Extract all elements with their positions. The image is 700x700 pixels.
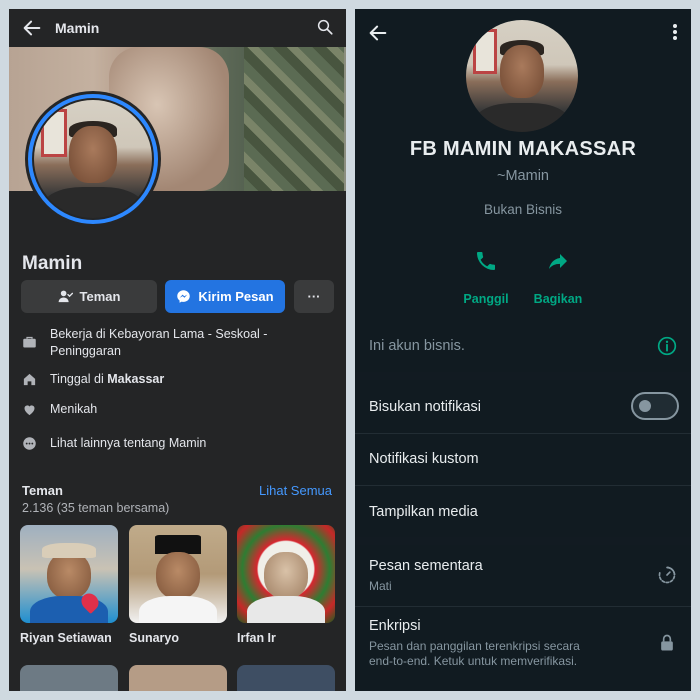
- top-bar: Mamin: [9, 9, 346, 47]
- lives-city[interactable]: Makassar: [107, 372, 164, 386]
- friends-section-title: Teman: [22, 483, 63, 498]
- business-status: Bukan Bisnis: [483, 202, 563, 217]
- contact-avatar[interactable]: [466, 20, 578, 132]
- send-message-label: Kirim Pesan: [198, 289, 274, 304]
- media-item[interactable]: Tampilkan media: [369, 504, 478, 520]
- page-title: Mamin: [55, 20, 100, 36]
- avatar: [466, 20, 578, 132]
- friend-card-partial[interactable]: [237, 665, 335, 691]
- friend-check-icon: [58, 290, 73, 303]
- friends-button-label: Teman: [79, 289, 121, 304]
- call-label: Panggil: [463, 292, 509, 306]
- friend-photo: [20, 525, 118, 623]
- friend-name: Riyan Setiawan: [20, 631, 112, 645]
- back-arrow-icon[interactable]: [367, 22, 389, 44]
- lives-prefix: Tinggal di: [50, 372, 108, 386]
- see-all-friends-link[interactable]: Lihat Semua: [259, 483, 332, 498]
- share-button[interactable]: Bagikan: [523, 249, 593, 306]
- share-arrow-icon: [549, 254, 567, 269]
- more-dots-icon: [23, 437, 36, 450]
- profile-picture[interactable]: [25, 91, 161, 227]
- share-label: Bagikan: [533, 292, 583, 306]
- friend-photo: [237, 525, 335, 623]
- timer-icon: [658, 566, 676, 584]
- messenger-icon: [177, 290, 191, 303]
- encryption-label[interactable]: Enkripsi: [369, 618, 421, 634]
- more-options-button[interactable]: ···: [294, 280, 334, 313]
- notification-settings-section: Bisukan notifikasi Notifikasi kustom Tam…: [355, 380, 691, 537]
- relationship-text: Menikah: [50, 402, 98, 416]
- privacy-settings-section: Pesan sementara Mati Enkripsi Pesan dan …: [355, 545, 691, 691]
- friend-photo: [129, 525, 227, 623]
- back-arrow-icon[interactable]: [21, 17, 43, 39]
- avatar: [34, 100, 152, 218]
- contact-name: FB MAMIN MAKASSAR: [409, 138, 637, 160]
- business-note-row[interactable]: Ini akun bisnis.: [355, 319, 691, 372]
- friend-name: Sunaryo: [129, 631, 180, 645]
- disappearing-messages-label[interactable]: Pesan sementara: [369, 558, 483, 574]
- friend-card[interactable]: Sunaryo: [129, 525, 227, 645]
- info-icon[interactable]: [657, 336, 677, 356]
- search-icon[interactable]: [316, 18, 334, 36]
- encryption-desc-line1: Pesan dan panggilan terenkripsi secara: [369, 639, 580, 653]
- friend-card[interactable]: Irfan Ir: [237, 525, 335, 645]
- phone-icon: [477, 252, 495, 270]
- friends-count: 2.136 (35 teman bersama): [22, 501, 170, 515]
- work-text: Bekerja di Kebayoran Lama - Seskoal - Pe…: [50, 327, 268, 358]
- send-message-button[interactable]: Kirim Pesan: [165, 280, 285, 313]
- mute-notifications-label[interactable]: Bisukan notifikasi: [369, 399, 481, 415]
- friends-button[interactable]: Teman: [21, 280, 157, 313]
- friend-name: Irfan Ir: [237, 631, 276, 645]
- business-note-text: Ini akun bisnis.: [369, 338, 465, 354]
- more-options-label: ···: [307, 289, 321, 304]
- contact-push-name: ~Mamin: [497, 168, 549, 184]
- disappearing-messages-value: Mati: [369, 579, 392, 593]
- toggle-knob: [639, 400, 651, 412]
- heart-icon: [24, 405, 35, 416]
- custom-notifications-item[interactable]: Notifikasi kustom: [369, 451, 479, 467]
- briefcase-icon: [23, 336, 36, 348]
- lock-icon: [661, 634, 673, 651]
- call-button[interactable]: Panggil: [451, 249, 521, 306]
- friend-card-partial[interactable]: [129, 665, 227, 691]
- friend-card[interactable]: Riyan Setiawan: [20, 525, 118, 645]
- encryption-desc-line2: end-to-end. Ketuk untuk memverifikasi.: [369, 654, 578, 668]
- mute-notifications-toggle[interactable]: [631, 392, 679, 420]
- friend-card-partial[interactable]: [20, 665, 118, 691]
- whatsapp-contact-info-panel: FB MAMIN MAKASSAR ~Mamin Bukan Bisnis Pa…: [355, 9, 691, 691]
- facebook-profile-panel: Mamin Mamin Teman Kirim Pesan ··· Bekerj…: [9, 9, 346, 691]
- contact-header: FB MAMIN MAKASSAR ~Mamin Bukan Bisnis Pa…: [355, 9, 691, 319]
- see-more-text: Lihat lainnya tentang Mamin: [50, 436, 207, 450]
- profile-name: Mamin: [22, 253, 83, 274]
- home-icon: [23, 373, 36, 386]
- overflow-menu-icon[interactable]: [672, 23, 678, 41]
